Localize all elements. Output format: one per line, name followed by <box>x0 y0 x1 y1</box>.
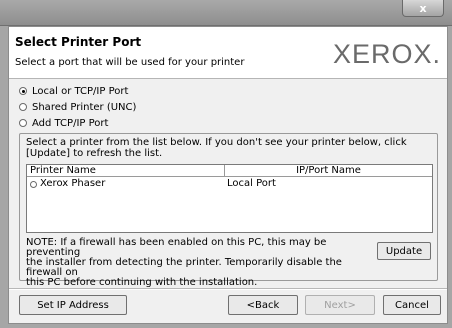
printer-list-group: Select a printer from the list below. If… <box>19 133 438 288</box>
instruction-line: [Update] to refresh the list. <box>26 148 163 159</box>
row-radio-icon[interactable] <box>30 180 37 188</box>
page-subtitle: Select a port that will be used for your… <box>15 57 245 68</box>
back-button[interactable]: <Back <box>228 295 298 315</box>
cancel-button[interactable]: Cancel <box>383 295 441 315</box>
printer-port-cell: Local Port <box>227 177 276 189</box>
port-option-label: Add TCP/IP Port <box>32 117 109 129</box>
printer-name-cell: Xerox Phaser <box>27 178 226 189</box>
list-header: Printer Name IP/Port Name <box>27 165 432 177</box>
xerox-logo: XEROX. <box>332 39 441 69</box>
note-line: NOTE: If a firewall has been enabled on … <box>26 237 327 258</box>
footer-divider <box>9 288 447 290</box>
select-printer-port-dialog: Select Printer Port Select a port that w… <box>8 26 448 324</box>
port-option-label: Shared Printer (UNC) <box>32 101 137 113</box>
set-ip-address-button[interactable]: Set IP Address <box>19 295 127 315</box>
dialog-header: Select Printer Port Select a port that w… <box>9 27 447 79</box>
printer-list-instruction: Select a printer from the list below. If… <box>26 137 431 159</box>
printer-listbox[interactable]: Printer Name IP/Port Name Xerox Phaser L… <box>26 164 433 233</box>
page-title: Select Printer Port <box>15 35 142 49</box>
column-header-ip-port-name[interactable]: IP/Port Name <box>225 165 432 176</box>
port-option-label: Local or TCP/IP Port <box>32 85 129 97</box>
next-button[interactable]: Next> <box>305 295 375 315</box>
radio-selected-icon[interactable] <box>19 87 27 95</box>
firewall-note: NOTE: If a firewall has been enabled on … <box>26 238 366 288</box>
close-icon: x <box>419 1 427 15</box>
port-option-shared-unc[interactable]: Shared Printer (UNC) <box>19 100 136 114</box>
update-button[interactable]: Update <box>377 242 431 260</box>
close-button[interactable]: x <box>402 0 444 17</box>
note-line: this PC before continuing with the insta… <box>26 277 258 288</box>
port-option-add-tcpip[interactable]: Add TCP/IP Port <box>19 116 108 130</box>
radio-unselected-icon[interactable] <box>19 119 27 127</box>
table-row[interactable]: Xerox Phaser Local Port <box>27 177 432 189</box>
window-titlebar: x <box>0 0 452 26</box>
radio-unselected-icon[interactable] <box>19 103 27 111</box>
port-option-local-tcpip[interactable]: Local or TCP/IP Port <box>19 84 128 98</box>
instruction-line: Select a printer from the list below. If… <box>26 137 407 148</box>
printer-name: Xerox Phaser <box>40 177 106 189</box>
note-line: the installer from detecting the printer… <box>26 257 342 278</box>
column-header-printer-name[interactable]: Printer Name <box>27 165 225 176</box>
